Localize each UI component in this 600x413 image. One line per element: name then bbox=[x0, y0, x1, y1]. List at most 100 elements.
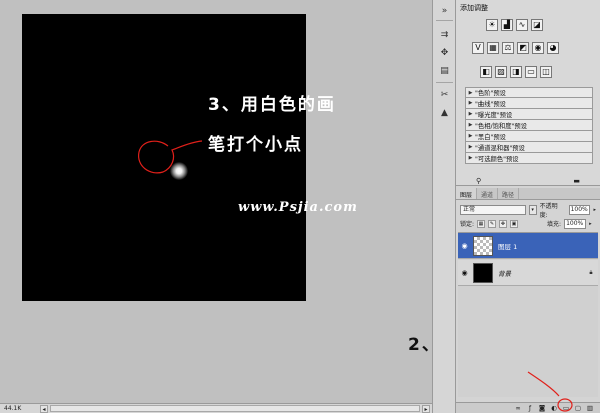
tab-channels[interactable]: 通道 bbox=[477, 188, 499, 199]
preset-label: "通道混和器"预设 bbox=[475, 144, 525, 152]
fx-icon[interactable]: ƒ bbox=[526, 404, 534, 412]
chevron-right-icon[interactable]: ▸ bbox=[593, 207, 596, 213]
annotation-step3-line1: 3、用白色的画 bbox=[208, 95, 336, 115]
lock-position-icon[interactable]: ✥ bbox=[499, 219, 508, 228]
layers-panel: 图层 通道 路径 正常 ▾ 不透明度: 100% ▸ 锁定: ▦ ✎ ✥ ▣ 填… bbox=[456, 188, 600, 413]
layer-row-background[interactable]: ◉ 背景 🔒︎ bbox=[458, 260, 598, 286]
eye-icon[interactable]: ◉ bbox=[458, 242, 471, 250]
expand-arrow-icon: ▶ bbox=[468, 133, 473, 139]
preset-black-white[interactable]: ▶ "黑白"预设 bbox=[465, 131, 593, 142]
dock-divider bbox=[436, 20, 453, 21]
levels-icon[interactable]: ▟ bbox=[501, 19, 513, 31]
lock-pixels-icon[interactable]: ✎ bbox=[488, 219, 497, 228]
preset-selective-color[interactable]: ▶ "可选颜色"预设 bbox=[465, 153, 593, 164]
right-panels: 添加调整 ☀ ▟ ∿ ◪ V ▦ ⚖ ◩ ◉ ◕ ◧ ▨ ◨ ▭ ◫ ▶ "色阶"… bbox=[456, 0, 600, 413]
expand-arrow-icon: ▶ bbox=[468, 122, 473, 128]
white-brush-dot bbox=[170, 162, 188, 180]
lock-icon: 🔒︎ bbox=[589, 268, 593, 276]
dock-divider bbox=[436, 82, 453, 83]
trash-icon[interactable]: ▥ bbox=[586, 404, 594, 412]
link-icon[interactable]: ∞ bbox=[514, 404, 522, 412]
adjustment-icons-row1: ☀ ▟ ∿ ◪ bbox=[486, 19, 543, 31]
selective-color-icon[interactable]: ◫ bbox=[540, 66, 552, 78]
color-balance-icon[interactable]: ⚖ bbox=[502, 42, 514, 54]
expand-arrow-icon: ▶ bbox=[468, 89, 473, 96]
adjustment-presets-list: ▶ "色阶"预设 ▶ "曲线"预设 ▶ "曝光度"预设 ▶ "色相/饱和度"预设 ▶ "黑… bbox=[465, 87, 593, 164]
watermark-text: www.Psjia.com bbox=[238, 200, 358, 215]
clone-source-icon[interactable]: ✥ bbox=[437, 46, 452, 60]
chevron-down-icon[interactable]: ▾ bbox=[528, 204, 537, 215]
fill-label: 填充: bbox=[547, 221, 562, 228]
gradient-map-icon[interactable]: ▭ bbox=[525, 66, 537, 78]
vibrance-icon[interactable]: V bbox=[472, 42, 484, 54]
brush-panel-icon[interactable]: ▤ bbox=[437, 64, 452, 78]
preset-levels[interactable]: ▶ "色阶"预设 bbox=[465, 87, 593, 98]
chevron-right-icon[interactable]: ▸ bbox=[589, 221, 592, 227]
threshold-icon[interactable]: ◨ bbox=[510, 66, 522, 78]
clip-layer-icon[interactable]: ⚲ bbox=[476, 177, 481, 186]
layer-row-layer1[interactable]: ◉ 图层 1 bbox=[458, 233, 598, 259]
layers-tab-bar: 图层 通道 路径 bbox=[456, 188, 600, 200]
preset-exposure[interactable]: ▶ "曝光度"预设 bbox=[465, 109, 593, 120]
adjustments-title: 添加调整 bbox=[460, 4, 488, 12]
lock-all-icon[interactable]: ▣ bbox=[510, 219, 519, 228]
preset-label: "色相/饱和度"预设 bbox=[475, 122, 527, 130]
layer-name: 图层 1 bbox=[498, 242, 518, 251]
black-white-icon[interactable]: ◩ bbox=[517, 42, 529, 54]
status-bar: 44.1K ◂ ▸ bbox=[0, 403, 432, 413]
adjustments-panel: 添加调整 ☀ ▟ ∿ ◪ V ▦ ⚖ ◩ ◉ ◕ ◧ ▨ ◨ ▭ ◫ ▶ "色阶"… bbox=[456, 0, 600, 186]
exposure-icon[interactable]: ◪ bbox=[531, 19, 543, 31]
panel-dock-strip: » ⇉ ✥ ▤ ✂ ▲ bbox=[432, 0, 456, 413]
annotation-step3-line2: 笔打个小点 bbox=[208, 135, 303, 155]
lock-transparency-icon[interactable]: ▦ bbox=[477, 219, 486, 228]
adjustment-icons-row2: V ▦ ⚖ ◩ ◉ ◕ bbox=[472, 42, 559, 54]
scroll-left-icon[interactable]: ◂ bbox=[40, 404, 48, 413]
lock-label: 锁定: bbox=[460, 221, 475, 228]
channel-mixer-icon[interactable]: ◕ bbox=[547, 42, 559, 54]
eye-icon[interactable]: ◉ bbox=[458, 269, 471, 277]
panel-menu-icon[interactable]: ▬ bbox=[573, 177, 580, 186]
preset-label: "曝光度"预设 bbox=[475, 111, 513, 119]
preset-label: "黑白"预设 bbox=[475, 133, 506, 141]
preset-label: "曲线"预设 bbox=[475, 100, 506, 108]
expand-arrow-icon: ▶ bbox=[468, 100, 473, 106]
blend-row: 正常 ▾ 不透明度: 100% ▸ bbox=[460, 203, 596, 219]
tab-paths[interactable]: 路径 bbox=[498, 188, 520, 199]
brightness-icon[interactable]: ☀ bbox=[486, 19, 498, 31]
new-layer-icon[interactable]: ▢ bbox=[574, 404, 582, 412]
adjustment-icon[interactable]: ◐ bbox=[550, 404, 558, 412]
preset-curves[interactable]: ▶ "曲线"预设 bbox=[465, 98, 593, 109]
layer-name: 背景 bbox=[498, 269, 511, 278]
preset-channel-mixer[interactable]: ▶ "通道混和器"预设 bbox=[465, 142, 593, 153]
preset-hue-saturation[interactable]: ▶ "色相/饱和度"预设 bbox=[465, 120, 593, 131]
canvas-area[interactable]: 3、用白色的画 笔打个小点 www.Psjia.com bbox=[0, 0, 432, 413]
curves-icon[interactable]: ∿ bbox=[516, 19, 528, 31]
mask-icon[interactable]: ◙ bbox=[538, 404, 546, 412]
adjustments-footer: ⚲ ▬ bbox=[456, 177, 600, 186]
folder-icon[interactable]: ▭ bbox=[562, 404, 570, 412]
tools-icon[interactable]: ✂ bbox=[437, 88, 452, 102]
layer-thumbnail bbox=[473, 235, 493, 256]
tab-layers[interactable]: 图层 bbox=[456, 188, 478, 199]
tool-presets-icon[interactable]: ⇉ bbox=[437, 28, 452, 42]
document-canvas[interactable] bbox=[22, 14, 306, 301]
zoom-readout[interactable]: 44.1K bbox=[0, 405, 40, 412]
invert-icon[interactable]: ◧ bbox=[480, 66, 492, 78]
adjustment-icons-row3: ◧ ▨ ◨ ▭ ◫ bbox=[480, 66, 552, 78]
posterize-icon[interactable]: ▨ bbox=[495, 66, 507, 78]
lock-row: 锁定: ▦ ✎ ✥ ▣ 填充: 100% ▸ bbox=[460, 218, 596, 229]
opacity-input[interactable]: 100% bbox=[568, 204, 591, 215]
hue-saturation-icon[interactable]: ▦ bbox=[487, 42, 499, 54]
expand-arrow-icon: ▶ bbox=[468, 144, 473, 150]
blend-mode-select[interactable]: 正常 bbox=[460, 204, 526, 215]
character-icon[interactable]: ▲ bbox=[437, 106, 452, 120]
layer-thumbnail bbox=[473, 262, 493, 283]
layers-footer: ∞ ƒ ◙ ◐ ▭ ▢ ▥ bbox=[456, 402, 600, 413]
expand-arrow-icon: ▶ bbox=[468, 155, 473, 161]
horizontal-scrollbar[interactable] bbox=[50, 405, 420, 412]
scroll-right-icon[interactable]: ▸ bbox=[422, 404, 430, 413]
opacity-label: 不透明度: bbox=[539, 202, 558, 219]
fill-input[interactable]: 100% bbox=[564, 218, 587, 229]
photo-filter-icon[interactable]: ◉ bbox=[532, 42, 544, 54]
collapse-arrows-icon[interactable]: » bbox=[437, 4, 452, 18]
